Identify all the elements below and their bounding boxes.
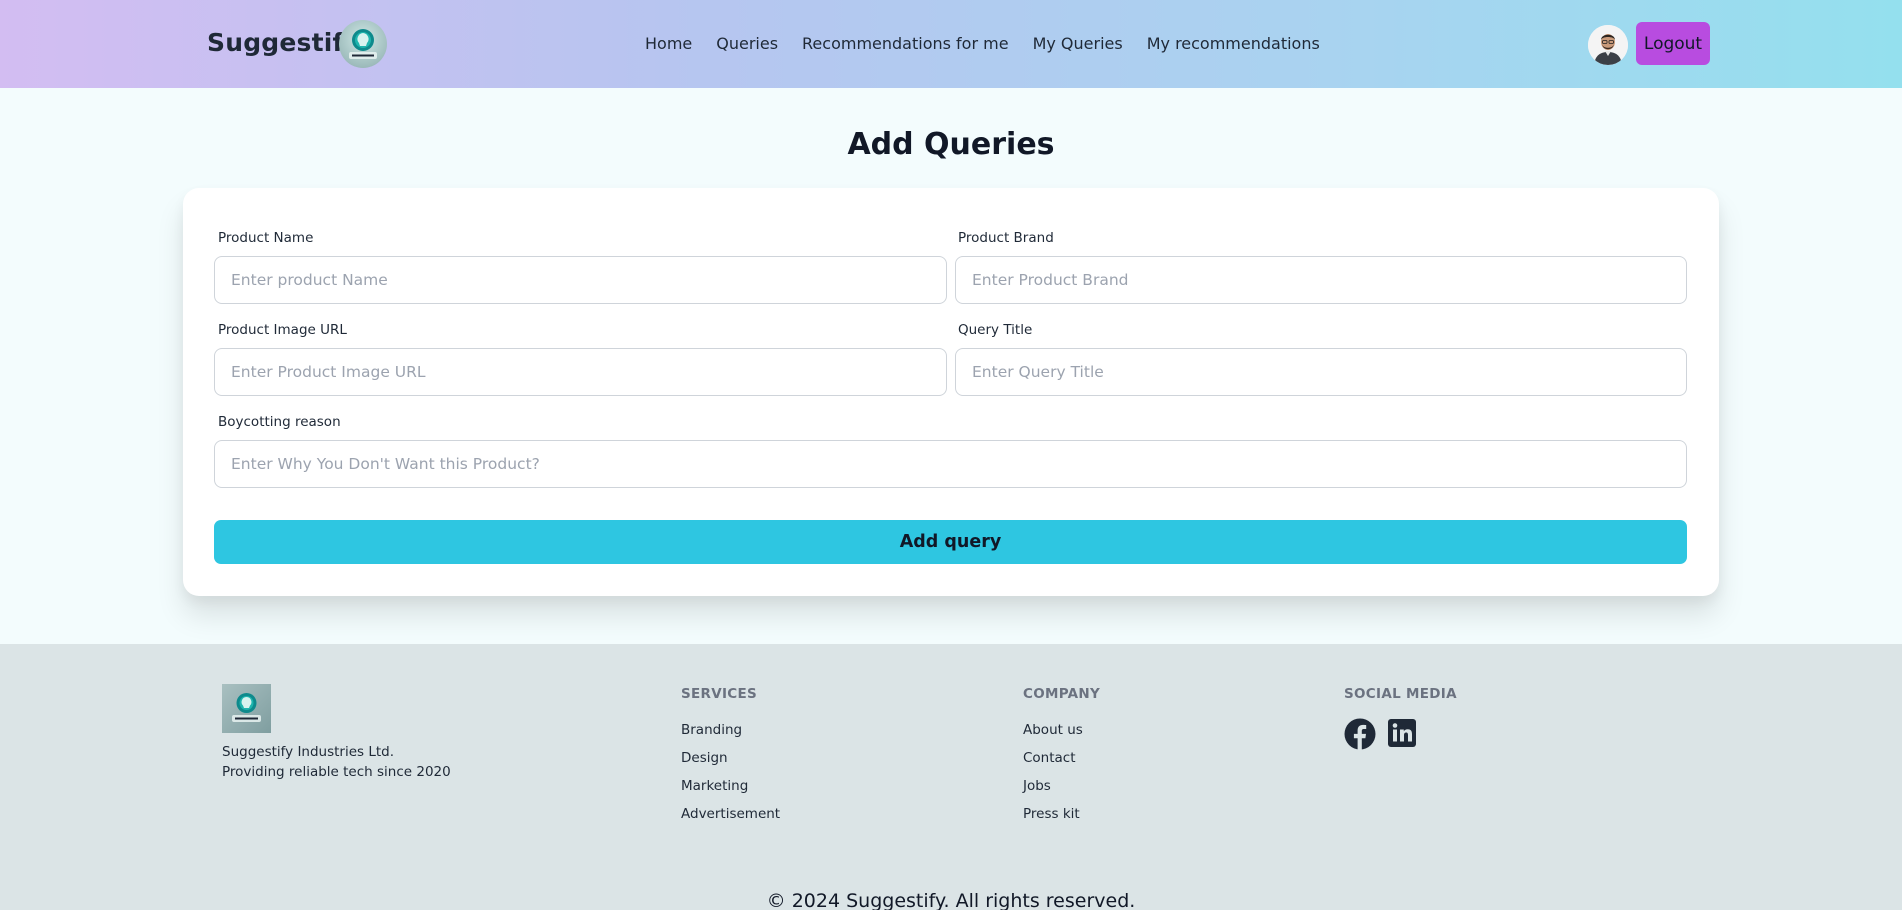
linkedin-icon[interactable] xyxy=(1387,718,1419,750)
footer-company-info: Suggestify Industries Ltd. Providing rel… xyxy=(222,742,451,782)
footer-services-title: SERVICES xyxy=(681,686,758,702)
nav-links: Home Queries Recommendations for me My Q… xyxy=(645,34,1344,53)
footer-link-advertisement[interactable]: Advertisement xyxy=(681,806,780,822)
product-image-url-label: Product Image URL xyxy=(218,322,347,338)
nav-queries[interactable]: Queries xyxy=(716,34,778,53)
footer-social-title: SOCIAL MEDIA xyxy=(1344,686,1457,702)
facebook-icon[interactable] xyxy=(1344,718,1376,750)
footer-link-marketing[interactable]: Marketing xyxy=(681,778,748,794)
brand-logo-icon[interactable] xyxy=(339,20,387,68)
footer-company-tagline: Providing reliable tech since 2020 xyxy=(222,764,451,780)
footer-logo-icon xyxy=(222,684,271,733)
footer-link-design[interactable]: Design xyxy=(681,750,728,766)
nav-my-queries[interactable]: My Queries xyxy=(1033,34,1123,53)
footer-link-about-us[interactable]: About us xyxy=(1023,722,1083,738)
product-name-input[interactable] xyxy=(214,256,947,304)
product-name-label: Product Name xyxy=(218,230,314,246)
product-brand-label: Product Brand xyxy=(958,230,1054,246)
add-query-form: Product Name Product Brand Product Image… xyxy=(183,188,1719,596)
nav-home[interactable]: Home xyxy=(645,34,692,53)
product-image-url-input[interactable] xyxy=(214,348,947,396)
footer-link-contact[interactable]: Contact xyxy=(1023,750,1076,766)
footer-company-name: Suggestify Industries Ltd. xyxy=(222,744,395,760)
footer-copyright: © 2024 Suggestify. All rights reserved. xyxy=(766,890,1136,910)
add-query-button[interactable]: Add query xyxy=(214,520,1687,564)
footer-link-jobs[interactable]: Jobs xyxy=(1023,778,1051,794)
query-title-label: Query Title xyxy=(958,322,1033,338)
footer-company-title: COMPANY xyxy=(1023,686,1101,702)
navbar: Suggestify Home Queries Recommendations … xyxy=(0,0,1902,88)
product-brand-input[interactable] xyxy=(955,256,1687,304)
footer-link-press-kit[interactable]: Press kit xyxy=(1023,806,1080,822)
footer-link-branding[interactable]: Branding xyxy=(681,722,742,738)
nav-recommendations-for-me[interactable]: Recommendations for me xyxy=(802,34,1009,53)
boycotting-reason-input[interactable] xyxy=(214,440,1687,488)
footer: Suggestify Industries Ltd. Providing rel… xyxy=(0,644,1902,910)
brand-name[interactable]: Suggestify xyxy=(207,28,360,57)
nav-my-recommendations[interactable]: My recommendations xyxy=(1147,34,1320,53)
query-title-input[interactable] xyxy=(955,348,1687,396)
logout-button[interactable]: Logout xyxy=(1636,22,1710,65)
page-title: Add Queries xyxy=(847,127,1055,162)
user-avatar[interactable] xyxy=(1588,25,1628,65)
boycotting-reason-label: Boycotting reason xyxy=(218,414,341,430)
